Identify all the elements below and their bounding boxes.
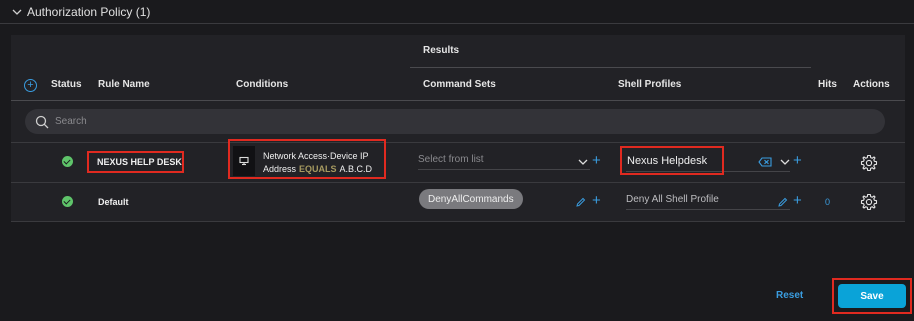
- condition-attribute: Address: [263, 164, 297, 174]
- column-rule-name[interactable]: Rule Name: [98, 79, 150, 90]
- add-command-set-icon[interactable]: +: [592, 193, 601, 208]
- shell-profile-value: Deny All Shell Profile: [626, 193, 719, 205]
- condition-value: A.B.C.D: [339, 164, 373, 174]
- add-command-set-icon[interactable]: +: [592, 153, 601, 168]
- results-label: Results: [423, 45, 460, 56]
- header-divider: [11, 100, 905, 101]
- pencil-icon[interactable]: [576, 197, 586, 207]
- chevron-down-icon[interactable]: [780, 157, 790, 167]
- section-title: Authorization Policy (1): [27, 4, 151, 19]
- condition-text[interactable]: Network Access·Device IP Address EQUALS A.…: [263, 150, 372, 176]
- row-divider: [11, 221, 905, 222]
- gear-icon[interactable]: [860, 193, 878, 211]
- reset-button[interactable]: Reset: [776, 290, 803, 301]
- status-enabled-icon[interactable]: [62, 156, 73, 167]
- status-enabled-icon[interactable]: [62, 196, 73, 207]
- clear-icon[interactable]: [758, 157, 772, 167]
- search-icon: [35, 115, 49, 128]
- save-button[interactable]: Save: [838, 284, 906, 308]
- search-input[interactable]: [55, 116, 855, 127]
- column-conditions[interactable]: Conditions: [236, 79, 288, 90]
- command-set-select[interactable]: Select from list: [418, 149, 590, 170]
- command-set-placeholder: Select from list: [418, 153, 484, 165]
- column-status[interactable]: Status: [51, 79, 82, 90]
- rule-name-field[interactable]: Default: [98, 197, 129, 207]
- chevron-down-icon[interactable]: [578, 157, 588, 167]
- condition-line1: Network Access·Device IP: [263, 151, 369, 161]
- search-bar[interactable]: [25, 109, 885, 134]
- section-header[interactable]: Authorization Policy (1): [0, 0, 914, 24]
- column-command-sets[interactable]: Command Sets: [423, 79, 496, 90]
- shell-profile-value[interactable]: Nexus Helpdesk: [627, 155, 707, 167]
- results-divider: [410, 67, 811, 68]
- column-hits[interactable]: Hits: [818, 79, 837, 90]
- rule-name-field[interactable]: NEXUS HELP DESK: [97, 157, 182, 167]
- row-divider: [11, 182, 905, 183]
- add-shell-profile-icon[interactable]: +: [793, 153, 802, 168]
- row-divider: [11, 142, 905, 143]
- command-set-chip[interactable]: DenyAllCommands: [419, 189, 523, 209]
- monitor-icon[interactable]: [233, 146, 255, 176]
- chevron-down-icon[interactable]: [11, 6, 23, 18]
- column-shell-profiles[interactable]: Shell Profiles: [618, 79, 681, 90]
- pencil-icon[interactable]: [778, 197, 788, 207]
- hits-count[interactable]: 0: [825, 197, 830, 207]
- add-rule-icon[interactable]: +: [24, 79, 37, 92]
- add-shell-profile-icon[interactable]: +: [793, 193, 802, 208]
- gear-icon[interactable]: [860, 154, 878, 172]
- condition-operator: EQUALS: [299, 164, 337, 174]
- shell-profile-select[interactable]: Deny All Shell Profile: [626, 189, 790, 210]
- column-actions: Actions: [853, 79, 890, 90]
